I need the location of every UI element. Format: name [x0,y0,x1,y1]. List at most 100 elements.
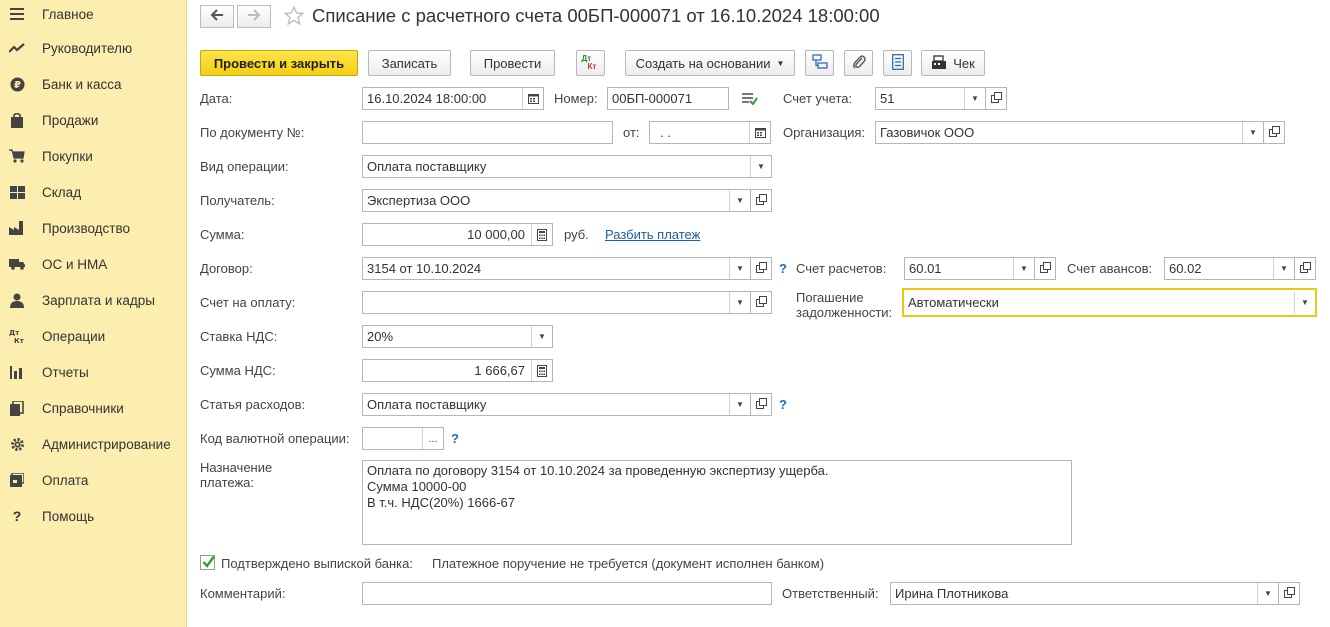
sidebar-item-directories[interactable]: Справочники [0,394,186,422]
sidebar-item-main[interactable]: Главное [0,0,186,28]
payment-purpose-textarea[interactable]: Оплата по договору 3154 от 10.10.2024 за… [362,460,1072,545]
purpose-label-line2: платежа: [200,475,254,490]
dropdown-arrow-icon[interactable]: ▼ [1294,292,1315,313]
post-and-close-button[interactable]: Провести и закрыть [200,50,358,76]
forward-button[interactable] [237,5,271,28]
purpose-line: В т.ч. НДС(20%) 1666-67 [367,495,515,510]
open-account-button[interactable] [986,87,1007,110]
contract-help-icon[interactable]: ? [779,261,787,276]
sidebar-item-label: Операции [42,328,106,344]
structure-button[interactable] [805,50,834,76]
select-button[interactable]: ... [422,428,443,449]
sidebar-item-sales[interactable]: Продажи [0,106,186,134]
open-settlement-account-button[interactable] [1035,257,1056,280]
dropdown-arrow-icon[interactable]: ▼ [1242,122,1263,143]
sidebar-item-reports[interactable]: Отчеты [0,358,186,386]
attach-button[interactable] [844,50,873,76]
contract-field[interactable]: 3154 от 10.10.2024 ▼ [362,257,751,280]
recipient-field[interactable]: Экспертиза ООО ▼ [362,189,751,212]
responsible-field[interactable]: Ирина Плотникова ▼ [890,582,1279,605]
dropdown-arrow-icon[interactable]: ▼ [729,292,750,313]
date-field[interactable]: 16.10.2024 18:00:00 [362,87,544,110]
open-responsible-button[interactable] [1279,582,1300,605]
bank-confirmed-checkbox[interactable] [200,555,215,570]
debt-repayment-label-line2: задолженности: [796,305,893,320]
sidebar-item-manager[interactable]: Руководителю [0,34,186,62]
calendar-icon[interactable] [522,88,543,109]
invoice-field[interactable]: ▼ [362,291,751,314]
print-list-button[interactable] [883,50,912,76]
comment-field[interactable] [362,582,772,605]
from-date-field[interactable]: . . [649,121,771,144]
debt-repayment-field[interactable]: Автоматически ▼ [902,288,1317,317]
currency-op-code-field[interactable]: ... [362,427,444,450]
operation-type-label: Вид операции: [200,159,289,174]
payment-icon [9,472,25,488]
dropdown-arrow-icon[interactable]: ▼ [729,190,750,211]
arrow-left-icon [210,9,224,24]
sidebar-item-help[interactable]: ? Помощь [0,502,186,530]
sidebar-item-operations[interactable]: Дт Кт Операции [0,322,186,350]
dropdown-arrow-icon[interactable]: ▼ [964,88,985,109]
dropdown-arrow-icon[interactable]: ▼ [1013,258,1034,279]
split-payment-link[interactable]: Разбить платеж [605,227,700,242]
dropdown-arrow-icon[interactable]: ▼ [729,394,750,415]
advance-account-field[interactable]: 60.02 ▼ [1164,257,1295,280]
operation-type-value: Оплата поставщику [367,159,487,174]
sidebar-item-purchases[interactable]: Покупки [0,142,186,170]
open-form-icon [1039,261,1051,276]
kt-label: Кт [587,62,597,71]
purpose-line: Сумма 10000-00 [367,479,467,494]
create-based-on-button[interactable]: Создать на основании ▼ [625,50,795,76]
open-expense-item-button[interactable] [751,393,772,416]
settlement-account-field[interactable]: 60.01 ▼ [904,257,1035,280]
books-icon [9,400,25,416]
svg-text:Кт: Кт [14,337,25,344]
recipient-value: Экспертиза ООО [367,193,471,208]
sidebar-item-label: Помощь [42,508,95,524]
calculator-icon[interactable] [531,224,552,245]
arrow-right-icon [247,9,261,24]
dropdown-arrow-icon[interactable]: ▼ [750,156,771,177]
vat-rate-field[interactable]: 20% ▼ [362,325,553,348]
sidebar-item-label: Отчеты [42,364,89,380]
sidebar-item-production[interactable]: Производство [0,214,186,242]
number-label: Номер: [554,91,598,106]
calendar-icon[interactable] [749,122,770,143]
sidebar-item-bank[interactable]: ₽ Банк и касса [0,70,186,98]
expense-item-field[interactable]: Оплата поставщику ▼ [362,393,751,416]
save-button[interactable]: Записать [368,50,451,76]
vat-sum-field[interactable]: 1 666,67 [362,359,553,382]
sidebar-item-warehouse[interactable]: Склад [0,178,186,206]
operation-type-field[interactable]: Оплата поставщику ▼ [362,155,772,178]
back-button[interactable] [200,5,234,28]
organization-field[interactable]: Газовичок ООО ▼ [875,121,1264,144]
dropdown-arrow-icon[interactable]: ▼ [1273,258,1294,279]
receipt-button[interactable]: Чек [921,50,985,76]
dropdown-arrow-icon[interactable]: ▼ [531,326,552,347]
open-recipient-button[interactable] [751,189,772,212]
sidebar-item-salary[interactable]: Зарплата и кадры [0,286,186,314]
open-contract-button[interactable] [751,257,772,280]
open-invoice-button[interactable] [751,291,772,314]
amount-field[interactable]: 10 000,00 [362,223,553,246]
calculator-icon[interactable] [531,360,552,381]
open-advance-account-button[interactable] [1295,257,1316,280]
debt-repayment-label-line1: Погашение [796,290,864,305]
open-organization-button[interactable] [1264,121,1285,144]
number-field[interactable]: 00БП-000071 [607,87,729,110]
doc-number-field[interactable] [362,121,613,144]
currency-op-code-help-icon[interactable]: ? [451,431,459,446]
favorite-star-icon[interactable] [283,5,305,28]
account-field[interactable]: 51 ▼ [875,87,986,110]
post-button[interactable]: Провести [470,50,555,76]
dt-kt-postings-button[interactable]: Дт Кт [576,50,605,76]
expense-item-help-icon[interactable]: ? [779,397,787,412]
sidebar-item-payment[interactable]: Оплата [0,466,186,494]
sidebar-item-label: Главное [42,6,94,22]
sidebar-item-admin[interactable]: Администрирование [0,430,186,458]
sidebar-item-assets[interactable]: ОС и НМА [0,250,186,278]
from-date-label: от: [623,125,640,140]
dropdown-arrow-icon[interactable]: ▼ [729,258,750,279]
dropdown-arrow-icon[interactable]: ▼ [1257,583,1278,604]
